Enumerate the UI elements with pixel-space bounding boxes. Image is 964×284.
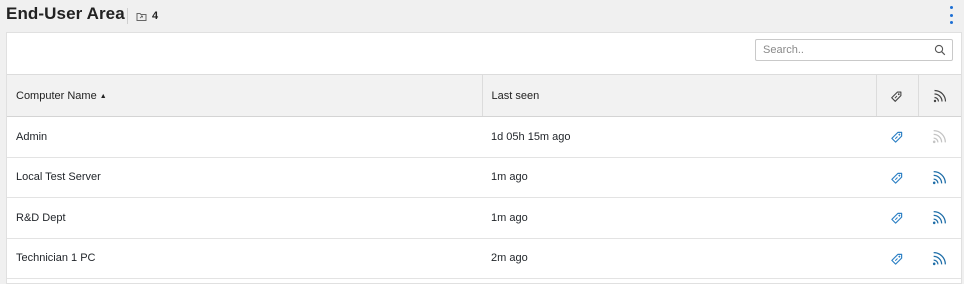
- connection-cell: [918, 116, 961, 158]
- page-header: End-User Area 4: [0, 0, 964, 32]
- last-seen: 1m ago: [491, 171, 528, 184]
- last-seen-cell: 1d 05h 15m ago: [482, 116, 876, 158]
- computer-name-cell[interactable]: R&D Dept: [7, 197, 482, 239]
- signal-icon: [932, 130, 946, 144]
- column-header-last-seen[interactable]: Last seen: [482, 74, 877, 117]
- last-seen-cell: 1m ago: [482, 157, 876, 198]
- page-title: End-User Area: [6, 4, 125, 23]
- license-cell[interactable]: [876, 197, 918, 239]
- last-seen-cell: 2m ago: [482, 238, 876, 279]
- count-value: 4: [152, 10, 159, 22]
- signal-icon: [933, 89, 946, 102]
- table-row[interactable]: R&D Dept 1m ago: [7, 197, 961, 239]
- computers-table: Computer Name ▲ Last seen Admin 1d 05h 1…: [7, 74, 961, 279]
- signal-icon: [932, 170, 946, 184]
- computer-name-cell[interactable]: Local Test Server: [7, 157, 482, 198]
- last-seen: 1d 05h 15m ago: [491, 130, 571, 143]
- computer-name: Admin: [16, 130, 48, 143]
- connection-cell: [918, 238, 961, 279]
- license-tag-icon: [891, 91, 902, 102]
- sort-ascending-icon: ▲: [99, 92, 107, 100]
- search-box[interactable]: [755, 39, 953, 61]
- license-cell[interactable]: [876, 157, 918, 198]
- search-input[interactable]: [756, 40, 926, 60]
- license-cell[interactable]: [876, 238, 918, 279]
- folder-share-icon: [136, 12, 147, 21]
- column-header-license[interactable]: [876, 74, 919, 117]
- computer-name-cell[interactable]: Admin: [7, 116, 482, 158]
- connection-cell: [918, 157, 961, 198]
- title-divider: [127, 8, 128, 24]
- license-cell[interactable]: [876, 116, 918, 158]
- signal-icon: [932, 251, 946, 265]
- table-row[interactable]: Local Test Server 1m ago: [7, 157, 961, 198]
- computer-name: R&D Dept: [16, 211, 66, 224]
- computer-name: Technician 1 PC: [16, 252, 96, 265]
- more-vertical-icon[interactable]: [946, 6, 956, 24]
- license-tag-icon: [890, 253, 902, 265]
- last-seen: 2m ago: [491, 252, 528, 265]
- last-seen: 1m ago: [491, 211, 528, 224]
- signal-icon: [932, 211, 946, 225]
- license-tag-icon: [890, 132, 902, 143]
- computer-name-cell[interactable]: Technician 1 PC: [7, 238, 482, 279]
- column-label: Last seen: [491, 89, 540, 102]
- table-header-row: Computer Name ▲ Last seen: [7, 74, 961, 117]
- computer-count: 4: [136, 8, 158, 24]
- license-tag-icon: [890, 213, 902, 224]
- search-icon[interactable]: [934, 44, 946, 56]
- column-label: Computer Name: [16, 89, 97, 102]
- computer-name: Local Test Server: [16, 171, 101, 184]
- table-row[interactable]: Technician 1 PC 2m ago: [7, 238, 961, 279]
- license-tag-icon: [890, 172, 902, 184]
- computers-panel: Computer Name▲ Last seen: [6, 32, 962, 284]
- table-row[interactable]: Admin 1d 05h 15m ago: [7, 116, 961, 158]
- column-header-connection[interactable]: [918, 74, 961, 117]
- connection-cell: [918, 197, 961, 239]
- last-seen-cell: 1m ago: [482, 197, 876, 239]
- column-header-computer-name[interactable]: Computer Name ▲: [7, 74, 483, 117]
